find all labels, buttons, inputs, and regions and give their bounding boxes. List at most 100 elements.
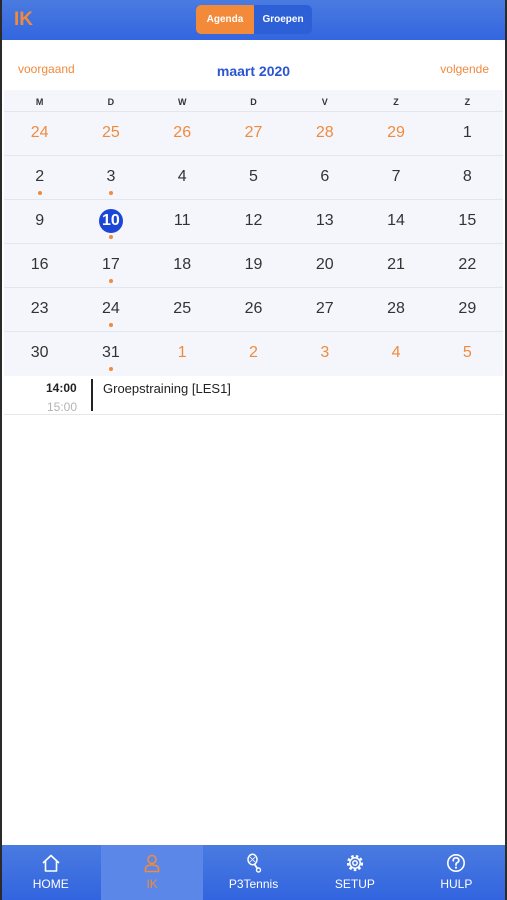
calendar-day[interactable]: 1 (432, 112, 503, 155)
calendar-day[interactable]: 4 (147, 156, 218, 199)
calendar-day[interactable]: 30 (4, 332, 75, 375)
calendar-day[interactable]: 5 (218, 156, 289, 199)
agenda-event[interactable]: 14:00 15:00 Groepstraining [LES1] (4, 376, 503, 415)
calendar-day[interactable]: 26 (218, 288, 289, 331)
day-number: 15 (458, 212, 477, 229)
calendar-day[interactable]: 15 (432, 200, 503, 243)
day-number: 8 (462, 168, 472, 185)
day-number: 1 (177, 344, 187, 361)
calendar-day[interactable]: 16 (4, 244, 75, 287)
calendar-day[interactable]: 26 (147, 112, 218, 155)
brand-label: IK (14, 9, 33, 30)
tab-hulp[interactable]: HULP (406, 845, 507, 900)
event-indicator-dot (108, 279, 113, 283)
day-number: 31 (102, 344, 120, 361)
month-title: maart 2020 (216, 63, 291, 79)
calendar-day[interactable]: 3 (289, 332, 360, 375)
tab-label: HOME (32, 877, 69, 891)
calendar-day[interactable]: 29 (360, 112, 431, 155)
day-number: 29 (387, 124, 405, 141)
calendar-day[interactable]: 25 (75, 112, 146, 155)
event-indicator-dot (108, 235, 113, 239)
tab-label: IK (146, 877, 158, 891)
day-number: 14 (387, 212, 405, 229)
calendar-day[interactable]: 5 (432, 332, 503, 375)
day-number: 2 (249, 344, 258, 361)
calendar-day[interactable]: 3 (75, 156, 146, 199)
calendar-day[interactable]: 25 (147, 288, 218, 331)
home-icon (42, 854, 60, 872)
calendar-day[interactable]: 23 (4, 288, 75, 331)
calendar-day[interactable]: 28 (289, 112, 360, 155)
day-number: 27 (244, 124, 263, 141)
calendar-day[interactable]: 11 (147, 200, 218, 243)
tab-setup[interactable]: SETUP (304, 845, 405, 900)
day-number: 26 (173, 124, 192, 141)
calendar-day[interactable]: 8 (432, 156, 503, 199)
calendar-week-row: 2 3 4 5 6 7 8 (4, 155, 503, 199)
tab-p3tennis[interactable]: P3Tennis (203, 845, 304, 900)
segment-groepen[interactable]: Groepen (254, 5, 312, 34)
calendar-week-row: 30 31 1 2 3 4 5 (4, 331, 503, 375)
day-number: 25 (102, 124, 120, 141)
calendar-day[interactable]: 7 (360, 156, 431, 199)
calendar-week-row: 24 25 26 27 28 29 1 (4, 111, 503, 155)
calendar-day[interactable]: 2 (4, 156, 75, 199)
tab-label: SETUP (334, 877, 375, 891)
calendar-day[interactable]: 18 (147, 244, 218, 287)
event-title: Groepstraining [LES1] (103, 381, 231, 396)
day-number: 11 (173, 212, 191, 229)
calendar-day[interactable]: 14 (360, 200, 431, 243)
day-number: 16 (30, 256, 49, 273)
tab-home[interactable]: HOME (0, 845, 101, 900)
tab-label: P3Tennis (228, 877, 279, 891)
day-number: 27 (315, 300, 334, 317)
weekday-label: Z (464, 97, 471, 107)
view-switcher: Agenda Groepen (196, 5, 312, 34)
calendar-day[interactable]: 2 (218, 332, 289, 375)
calendar-day[interactable]: 13 (289, 200, 360, 243)
calendar-day[interactable]: 21 (360, 244, 431, 287)
calendar-day[interactable]: 12 (218, 200, 289, 243)
top-bar: IK Agenda Groepen (0, 0, 507, 40)
day-number: 19 (244, 256, 263, 273)
day-number: 1 (462, 124, 472, 141)
event-indicator-dot (108, 323, 113, 327)
calendar-day[interactable]: 17 (75, 244, 146, 287)
next-month-link[interactable]: volgende (440, 62, 489, 76)
calendar-day[interactable]: 27 (218, 112, 289, 155)
calendar-day[interactable]: 29 (432, 288, 503, 331)
weekday-header: MDWDVZZ (4, 90, 503, 111)
segment-agenda[interactable]: Agenda (196, 5, 254, 34)
weekday-label: D (250, 97, 257, 107)
calendar-day[interactable]: 27 (289, 288, 360, 331)
weekday-label: W (177, 97, 187, 107)
calendar-day[interactable]: 24 (75, 288, 146, 331)
calendar-day[interactable]: 31 (75, 332, 146, 375)
app-frame: IK Agenda Groepen voorgaand maart 2020 v… (0, 0, 507, 900)
day-number: 10 (98, 209, 123, 233)
calendar-day-today[interactable]: 10 (75, 200, 146, 243)
event-indicator-dot (108, 191, 113, 195)
day-number: 24 (30, 124, 49, 141)
day-number: 2 (35, 168, 45, 185)
calendar-week-row: 23 24 25 26 27 28 29 (4, 287, 503, 331)
calendar-day[interactable]: 28 (360, 288, 431, 331)
event-indicator-dot (108, 367, 113, 371)
day-number: 28 (315, 124, 334, 141)
calendar-day[interactable]: 20 (289, 244, 360, 287)
tab-ik[interactable]: IK (101, 845, 203, 900)
event-start-time: 14:00 (46, 381, 77, 395)
event-end-time: 15:00 (47, 400, 78, 414)
calendar-day[interactable]: 22 (432, 244, 503, 287)
calendar-day[interactable]: 9 (4, 200, 75, 243)
calendar-day[interactable]: 1 (147, 332, 218, 375)
calendar-day[interactable]: 19 (218, 244, 289, 287)
day-number: 25 (173, 300, 192, 317)
calendar-day[interactable]: 24 (4, 112, 75, 155)
day-number: 18 (173, 256, 192, 273)
day-number: 12 (244, 212, 263, 229)
day-number: 26 (244, 300, 263, 317)
calendar-day[interactable]: 6 (289, 156, 360, 199)
calendar-day[interactable]: 4 (360, 332, 431, 375)
